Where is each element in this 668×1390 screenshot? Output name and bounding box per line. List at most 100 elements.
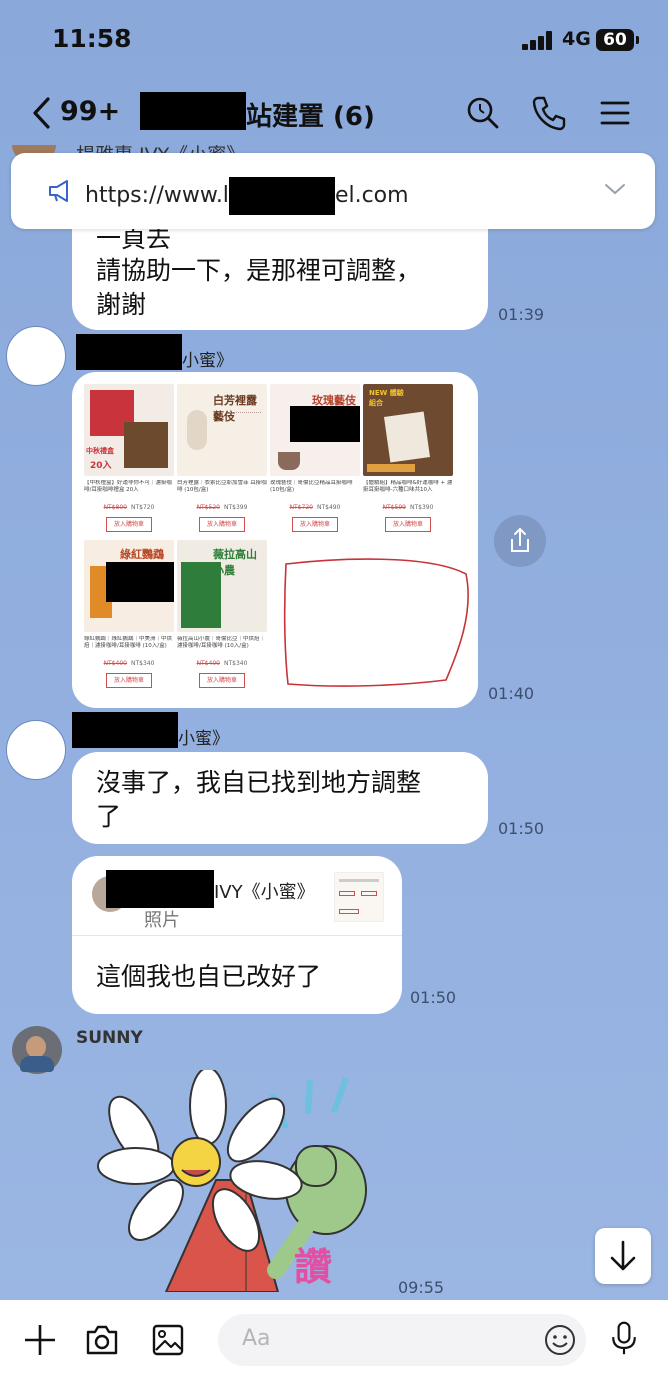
product-image: 薇拉高山小農	[177, 540, 267, 632]
url-end: el.com	[334, 183, 409, 208]
arrow-down-icon	[610, 1240, 636, 1271]
product-price: NT$400 NT$340	[177, 660, 267, 667]
url-start: https://www.l	[85, 183, 229, 208]
product-title: NEW 體驗組合	[369, 389, 404, 407]
megaphone-icon	[49, 180, 68, 202]
product-card: 綠紅鸚鵡 綠紅鸚鵡｜綠紅鸚鵡｜中美洲｜中烘焙｜濾掛咖啡/耳掛咖啡 (10入/盒)…	[84, 540, 174, 688]
product-old-price: NT$400	[196, 660, 220, 667]
message-line: 沒事了，我自已找到地方調整	[96, 768, 422, 797]
status-bar: 11:58 4G 60	[0, 0, 668, 80]
product-image: 中秋禮盒 20入	[84, 384, 174, 476]
sticker-text: 讚	[294, 1245, 332, 1289]
input-bar: Aa	[0, 1300, 668, 1390]
redacted-sender	[72, 712, 178, 748]
product-price: NT$520 NT$399	[177, 504, 267, 511]
add-to-cart-button: 放入購物車	[292, 517, 338, 532]
avatar[interactable]	[6, 720, 66, 780]
product-name: 【中秋禮盒】好運非你不可｜濾掛咖啡/耳掛咖啡禮盒 20入	[84, 480, 173, 493]
message-time: 01:50	[498, 819, 545, 838]
message-time: 09:55	[398, 1278, 445, 1297]
battery-icon: 60	[596, 29, 639, 51]
add-to-cart-button: 放入購物車	[106, 517, 152, 532]
sticker-flower-thumbs-up[interactable]: 讚	[96, 1070, 386, 1292]
network-label: 4G	[562, 28, 591, 50]
product-card: NEW 體驗組合 【體驗組】精品咖啡&好運咖啡 + 濾掛耳掛咖啡-六種口味共10…	[363, 384, 453, 532]
emoji-icon[interactable]	[544, 1324, 576, 1356]
announcement-banner[interactable]: https://www.l el.com	[11, 153, 655, 229]
product-title: 薇拉高山小農	[213, 548, 257, 577]
signal-icon	[522, 30, 554, 50]
avatar[interactable]	[6, 326, 66, 386]
quoted-message[interactable]: IVY《小蜜》 照片	[72, 856, 402, 936]
product-name: 【體驗組】精品咖啡&好運咖啡 + 濾掛耳掛咖啡-六種口味共10入	[363, 480, 453, 493]
message-line: 請協助一下，是那裡可調整，	[96, 256, 422, 285]
product-sale-price: NT$490	[317, 504, 341, 511]
product-title: 中秋禮盒	[86, 447, 114, 455]
input-placeholder: Aa	[242, 1326, 271, 1351]
add-to-cart-button: 放入購物車	[199, 673, 245, 688]
message-line: 了	[96, 802, 122, 831]
product-price: NT$400 NT$340	[84, 660, 174, 667]
chat-header: 99+ 站建置 (6)	[0, 80, 668, 146]
quoted-thumbnail	[334, 872, 384, 922]
back-chevron-icon[interactable]	[30, 96, 54, 130]
image-icon[interactable]	[150, 1322, 186, 1358]
product-sale-price: NT$340	[131, 660, 155, 667]
product-badge: 20入	[90, 461, 112, 471]
sender-name: 小蜜》	[182, 351, 233, 371]
message-time: 01:50	[410, 988, 457, 1007]
scroll-to-bottom-button[interactable]	[595, 1228, 651, 1284]
message-text: 這個我也自已改好了	[96, 962, 322, 991]
add-to-cart-button: 放入購物車	[385, 517, 431, 532]
product-price: NT$720 NT$490	[270, 504, 360, 511]
chevron-down-icon[interactable]	[603, 181, 627, 197]
microphone-icon[interactable]	[606, 1320, 642, 1356]
product-title: 綠紅鸚鵡	[120, 548, 164, 561]
product-image: NEW 體驗組合	[363, 384, 453, 476]
quoted-sender: IVY《小蜜》	[214, 882, 315, 903]
product-image: 玫瑰藝伎	[270, 384, 360, 476]
message-bubble[interactable]: 沒事了，我自已找到地方調整 了	[72, 752, 488, 844]
product-image: 白芳裡露藝伎	[177, 384, 267, 476]
unread-count[interactable]: 99+	[60, 96, 120, 127]
product-sale-price: NT$399	[224, 504, 248, 511]
sender-name: 小蜜》	[178, 729, 229, 749]
product-sale-price: NT$390	[410, 504, 434, 511]
product-old-price: NT$599	[382, 504, 406, 511]
phone-icon[interactable]	[530, 94, 568, 132]
announcement-url[interactable]: https://www.l el.com	[85, 177, 409, 215]
avatar[interactable]	[12, 1026, 62, 1074]
product-name: 玫瑰藝伎｜哥倫比亞精品耳掛咖啡 (10包/盒)	[270, 480, 353, 493]
search-icon[interactable]	[464, 94, 502, 132]
product-screenshot-message[interactable]: 中秋禮盒 20入 【中秋禮盒】好運非你不可｜濾掛咖啡/耳掛咖啡禮盒 20入 NT…	[72, 372, 478, 708]
share-icon	[511, 527, 529, 552]
share-button[interactable]	[494, 515, 546, 567]
menu-icon[interactable]	[596, 94, 634, 132]
product-image: 綠紅鸚鵡	[84, 540, 174, 632]
chat-title: 站建置 (6)	[246, 102, 375, 132]
product-sale-price: NT$340	[224, 660, 248, 667]
camera-icon[interactable]	[84, 1322, 120, 1358]
redacted-url	[228, 177, 335, 215]
product-name: 白芳裡露｜衣索比亞耶加雪菲 耳掛咖啡 (10包/盒)	[177, 480, 267, 493]
redacted-sender	[106, 870, 214, 908]
product-old-price: NT$800	[103, 504, 127, 511]
product-card: 中秋禮盒 20入 【中秋禮盒】好運非你不可｜濾掛咖啡/耳掛咖啡禮盒 20入 NT…	[84, 384, 174, 532]
product-card: 白芳裡露藝伎 白芳裡露｜衣索比亞耶加雪菲 耳掛咖啡 (10包/盒) NT$520…	[177, 384, 267, 532]
product-old-price: NT$720	[289, 504, 313, 511]
message-input[interactable]: Aa	[218, 1314, 586, 1366]
plus-icon[interactable]	[22, 1322, 58, 1358]
message-time: 01:39	[498, 305, 545, 324]
message-time: 01:40	[488, 684, 535, 703]
redacted-title	[140, 92, 246, 130]
product-card: 玫瑰藝伎 玫瑰藝伎｜哥倫比亞精品耳掛咖啡 (10包/盒) NT$720 NT$49…	[270, 384, 360, 532]
add-to-cart-button: 放入購物車	[106, 673, 152, 688]
product-card: 薇拉高山小農 薇拉高山小農｜哥倫比亞｜中烘焙｜濾掛咖啡/耳掛咖啡 (10入/盒)…	[177, 540, 267, 688]
product-sale-price: NT$720	[131, 504, 155, 511]
reply-message-bubble[interactable]: IVY《小蜜》 照片 這個我也自已改好了	[72, 856, 402, 1014]
product-name: 綠紅鸚鵡｜綠紅鸚鵡｜中美洲｜中烘焙｜濾掛咖啡/耳掛咖啡 (10入/盒)	[84, 636, 173, 649]
add-to-cart-button: 放入購物車	[199, 517, 245, 532]
product-price: NT$599 NT$390	[363, 504, 453, 511]
product-name: 薇拉高山小農｜哥倫比亞｜中烘焙｜濾掛咖啡/耳掛咖啡 (10入/盒)	[177, 636, 266, 649]
sender-name: SUNNY	[76, 1028, 143, 1048]
